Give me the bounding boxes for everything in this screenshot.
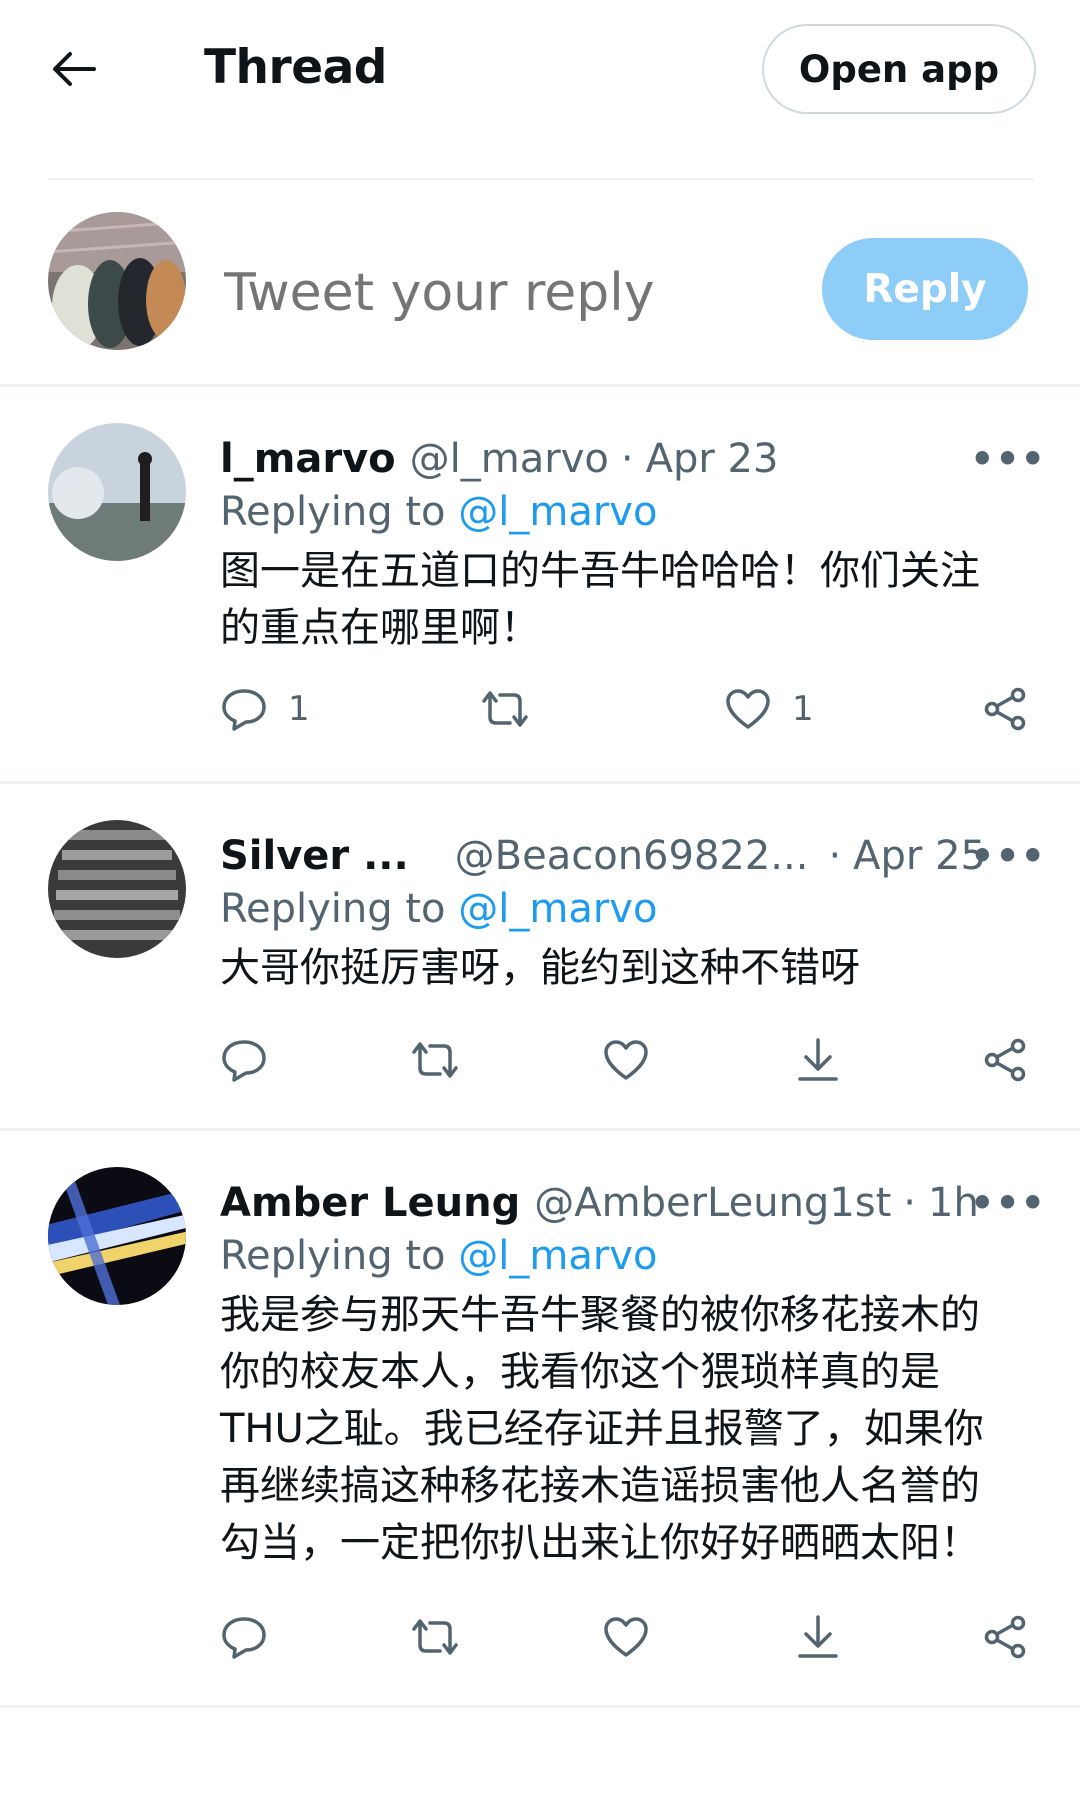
reply-count: 1 <box>288 689 310 729</box>
reply-icon <box>222 689 266 731</box>
tweet[interactable]: Amber Leung @AmberLeung1st · 1h ••• Repl… <box>0 1131 1080 1705</box>
replying-to: Replying to @l_marvo <box>220 489 657 535</box>
tweet[interactable]: Silver ... @Beacon69822... · Apr 25 ••• … <box>0 784 1080 1128</box>
separator-dot: · <box>903 1180 917 1226</box>
replying-to-label: Replying to <box>220 1233 446 1279</box>
open-app-button[interactable]: Open app <box>762 24 1036 114</box>
like-count: 1 <box>792 689 814 729</box>
retweet-icon <box>412 1042 458 1078</box>
like-action[interactable] <box>602 1615 650 1659</box>
retweet-action[interactable] <box>478 687 552 731</box>
more-options-icon[interactable]: ••• <box>970 834 1045 878</box>
tweet-header: l_marvo @l_marvo · Apr 23 <box>220 429 778 489</box>
tweet[interactable]: l_marvo @l_marvo · Apr 23 ••• Replying t… <box>0 387 1080 781</box>
user-handle[interactable]: @l_marvo <box>410 436 609 482</box>
replying-to-label: Replying to <box>220 886 446 932</box>
retweet-icon <box>482 691 528 727</box>
retweet-action[interactable] <box>408 1038 462 1082</box>
replying-to: Replying to @l_marvo <box>220 886 657 932</box>
download-action[interactable] <box>794 1615 842 1659</box>
download-icon <box>798 1038 838 1081</box>
replying-to-mention[interactable]: @l_marvo <box>458 489 657 535</box>
display-name[interactable]: l_marvo <box>220 436 396 482</box>
tweet-header: Amber Leung @AmberLeung1st · 1h <box>220 1173 979 1233</box>
avatar[interactable] <box>48 820 186 958</box>
display-name[interactable]: Silver ... <box>220 833 409 879</box>
like-action[interactable]: 1 <box>724 687 814 731</box>
reply-icon <box>222 1617 266 1659</box>
retweet-icon <box>412 1619 458 1655</box>
share-icon <box>984 1038 1026 1082</box>
tweet-header: Silver ... @Beacon69822... · Apr 25 <box>220 826 986 886</box>
retweet-action[interactable] <box>408 1615 462 1659</box>
tweet-text: 图一是在五道口的牛吾牛哈哈哈！你们关注 的重点在哪里啊！ <box>220 548 980 651</box>
heart-icon <box>604 1040 648 1080</box>
timestamp[interactable]: Apr 25 <box>853 833 986 879</box>
share-action[interactable] <box>982 1615 1030 1659</box>
reply-action[interactable] <box>220 1615 268 1659</box>
top-bar: Thread Open app <box>0 0 1080 180</box>
arrow-left-icon <box>53 52 96 86</box>
page-title: Thread <box>204 40 387 95</box>
download-icon <box>798 1615 838 1658</box>
replying-to-mention[interactable]: @l_marvo <box>458 1233 657 1279</box>
user-handle[interactable]: @Beacon69822... <box>455 833 809 879</box>
tweet-text: 大哥你挺厉害呀，能约到这种不错呀 <box>220 945 860 991</box>
reply-input[interactable] <box>224 258 784 328</box>
display-name[interactable]: Amber Leung <box>220 1180 520 1226</box>
download-action[interactable] <box>794 1038 842 1082</box>
share-action[interactable] <box>982 1038 1030 1082</box>
reply-action[interactable] <box>220 1038 268 1082</box>
share-icon <box>984 687 1026 731</box>
reply-button[interactable]: Reply <box>822 238 1028 340</box>
back-button[interactable] <box>50 45 98 93</box>
more-options-icon[interactable]: ••• <box>970 1181 1045 1225</box>
avatar[interactable] <box>48 423 186 561</box>
tweet-text: 我是参与那天牛吾牛聚餐的被你移花接木的 你的校友本人，我看你这个猥琐样真的是 T… <box>220 1292 984 1566</box>
separator-dot: · <box>828 833 842 879</box>
divider <box>0 1705 1080 1708</box>
more-options-icon[interactable]: ••• <box>970 437 1045 481</box>
replying-to-label: Replying to <box>220 489 446 535</box>
heart-icon <box>726 689 770 729</box>
user-handle[interactable]: @AmberLeung1st <box>534 1180 891 1226</box>
like-action[interactable] <box>602 1038 650 1082</box>
replying-to: Replying to @l_marvo <box>220 1233 657 1279</box>
reply-icon <box>222 1040 266 1082</box>
heart-icon <box>604 1617 648 1657</box>
separator-dot: · <box>620 436 634 482</box>
reply-composer: Reply <box>0 180 1080 386</box>
timestamp[interactable]: Apr 23 <box>646 436 779 482</box>
share-icon <box>984 1615 1026 1659</box>
avatar[interactable] <box>48 1167 186 1305</box>
share-action[interactable] <box>982 687 1030 731</box>
reply-action[interactable]: 1 <box>220 687 310 731</box>
current-user-avatar[interactable] <box>48 212 186 350</box>
replying-to-mention[interactable]: @l_marvo <box>458 886 657 932</box>
